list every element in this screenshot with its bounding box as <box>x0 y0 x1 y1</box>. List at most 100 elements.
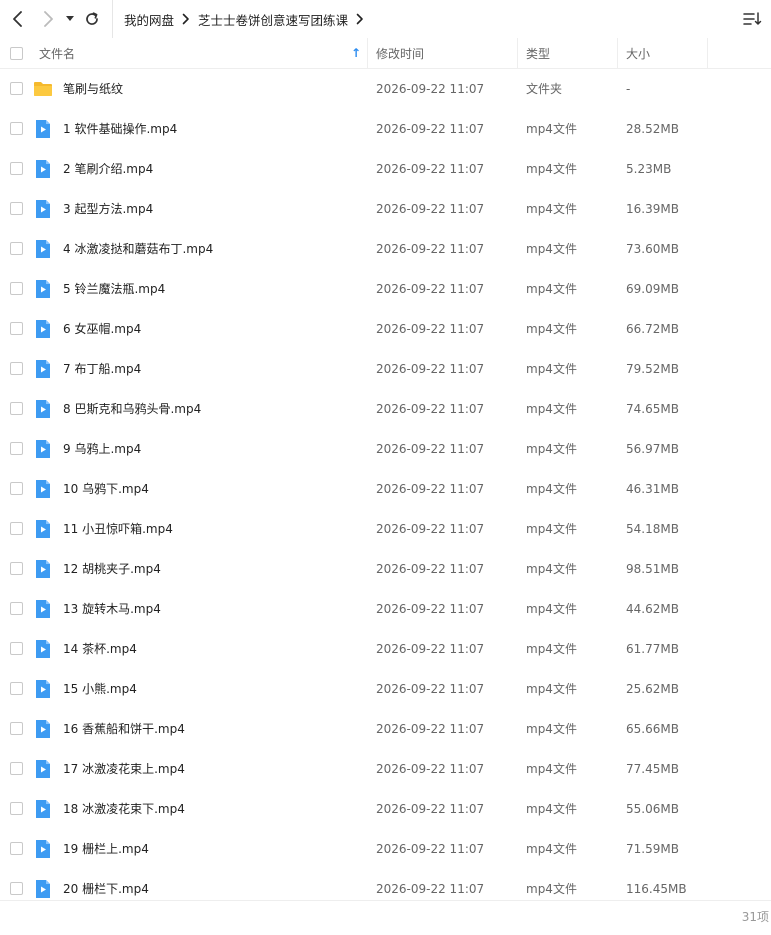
file-mtime: 2026-09-22 11:07 <box>376 762 485 776</box>
file-name[interactable]: 6 女巫帽.mp4 <box>63 309 141 349</box>
row-checkbox[interactable] <box>10 562 23 575</box>
file-name[interactable]: 笔刷与纸纹 <box>63 69 123 109</box>
row-checkbox[interactable] <box>10 282 23 295</box>
file-name[interactable]: 10 乌鸦下.mp4 <box>63 469 149 509</box>
video-file-icon <box>36 440 50 458</box>
row-checkbox[interactable] <box>10 442 23 455</box>
row-checkbox[interactable] <box>10 682 23 695</box>
file-name[interactable]: 16 香蕉船和饼干.mp4 <box>63 709 185 749</box>
file-mtime: 2026-09-22 11:07 <box>376 362 485 376</box>
table-row[interactable]: 15 小熊.mp4 2026-09-22 11:07 mp4文件 25.62MB <box>0 669 771 709</box>
table-row[interactable]: 10 乌鸦下.mp4 2026-09-22 11:07 mp4文件 46.31M… <box>0 469 771 509</box>
row-checkbox[interactable] <box>10 762 23 775</box>
table-row[interactable]: 4 冰激凌挞和蘑菇布丁.mp4 2026-09-22 11:07 mp4文件 7… <box>0 229 771 269</box>
row-checkbox[interactable] <box>10 202 23 215</box>
file-size: - <box>626 82 631 96</box>
table-row[interactable]: 19 栅栏上.mp4 2026-09-22 11:07 mp4文件 71.59M… <box>0 829 771 869</box>
table-row[interactable]: 9 乌鸦上.mp4 2026-09-22 11:07 mp4文件 56.97MB <box>0 429 771 469</box>
video-file-icon <box>36 360 50 378</box>
chevron-right-icon <box>356 13 364 25</box>
table-row[interactable]: 17 冰激凌花束上.mp4 2026-09-22 11:07 mp4文件 77.… <box>0 749 771 789</box>
breadcrumb-item-root[interactable]: 我的网盘 <box>124 10 174 29</box>
file-name[interactable]: 9 乌鸦上.mp4 <box>63 429 141 469</box>
table-row[interactable]: 18 冰激凌花束下.mp4 2026-09-22 11:07 mp4文件 55.… <box>0 789 771 829</box>
select-all-checkbox[interactable] <box>10 47 23 60</box>
file-mtime: 2026-09-22 11:07 <box>376 442 485 456</box>
table-row[interactable]: 11 小丑惊吓箱.mp4 2026-09-22 11:07 mp4文件 54.1… <box>0 509 771 549</box>
file-type: mp4文件 <box>526 442 577 456</box>
table-row[interactable]: 6 女巫帽.mp4 2026-09-22 11:07 mp4文件 66.72MB <box>0 309 771 349</box>
file-name[interactable]: 15 小熊.mp4 <box>63 669 137 709</box>
file-name[interactable]: 4 冰激凌挞和蘑菇布丁.mp4 <box>63 229 213 269</box>
table-row[interactable]: 1 软件基础操作.mp4 2026-09-22 11:07 mp4文件 28.5… <box>0 109 771 149</box>
table-row[interactable]: 14 茶杯.mp4 2026-09-22 11:07 mp4文件 61.77MB <box>0 629 771 669</box>
row-checkbox[interactable] <box>10 362 23 375</box>
chevron-right-icon <box>44 11 53 27</box>
file-name[interactable]: 2 笔刷介绍.mp4 <box>63 149 153 189</box>
table-row[interactable]: 2 笔刷介绍.mp4 2026-09-22 11:07 mp4文件 5.23MB <box>0 149 771 189</box>
row-checkbox[interactable] <box>10 602 23 615</box>
file-name[interactable]: 8 巴斯克和乌鸦头骨.mp4 <box>63 389 201 429</box>
file-name[interactable]: 12 胡桃夹子.mp4 <box>63 549 161 589</box>
column-header-size[interactable]: 大小 <box>618 38 708 68</box>
video-file-icon <box>36 400 50 418</box>
row-checkbox[interactable] <box>10 482 23 495</box>
row-checkbox[interactable] <box>10 642 23 655</box>
file-size: 25.62MB <box>626 682 679 696</box>
file-mtime: 2026-09-22 11:07 <box>376 322 485 336</box>
file-name[interactable]: 18 冰激凌花束下.mp4 <box>63 789 185 829</box>
table-row[interactable]: 12 胡桃夹子.mp4 2026-09-22 11:07 mp4文件 98.51… <box>0 549 771 589</box>
file-type: mp4文件 <box>526 122 577 136</box>
file-name[interactable]: 19 栅栏上.mp4 <box>63 829 149 869</box>
column-header-type-label: 类型 <box>526 46 551 61</box>
video-file-icon <box>36 160 50 178</box>
file-mtime: 2026-09-22 11:07 <box>376 722 485 736</box>
table-row[interactable]: 3 起型方法.mp4 2026-09-22 11:07 mp4文件 16.39M… <box>0 189 771 229</box>
row-checkbox[interactable] <box>10 402 23 415</box>
back-button[interactable] <box>8 9 28 29</box>
forward-button[interactable] <box>38 9 58 29</box>
file-name[interactable]: 7 布丁船.mp4 <box>63 349 141 389</box>
table-row[interactable]: 7 布丁船.mp4 2026-09-22 11:07 mp4文件 79.52MB <box>0 349 771 389</box>
row-checkbox[interactable] <box>10 322 23 335</box>
file-mtime: 2026-09-22 11:07 <box>376 82 485 96</box>
file-name[interactable]: 11 小丑惊吓箱.mp4 <box>63 509 173 549</box>
row-checkbox[interactable] <box>10 122 23 135</box>
file-type: mp4文件 <box>526 282 577 296</box>
file-type: mp4文件 <box>526 402 577 416</box>
column-header-mtime[interactable]: 修改时间 <box>368 38 518 68</box>
row-checkbox[interactable] <box>10 842 23 855</box>
file-name[interactable]: 13 旋转木马.mp4 <box>63 589 161 629</box>
row-checkbox[interactable] <box>10 242 23 255</box>
video-file-icon <box>36 560 50 578</box>
row-checkbox[interactable] <box>10 722 23 735</box>
row-checkbox[interactable] <box>10 522 23 535</box>
table-row-folder[interactable]: 笔刷与纸纹 2026-09-22 11:07 文件夹 - <box>0 69 771 109</box>
row-checkbox[interactable] <box>10 162 23 175</box>
breadcrumb-item-current[interactable]: 芝士士卷饼创意速写团练课 <box>198 10 348 29</box>
history-dropdown-button[interactable] <box>62 9 78 29</box>
refresh-button[interactable] <box>82 9 102 29</box>
table-row[interactable]: 8 巴斯克和乌鸦头骨.mp4 2026-09-22 11:07 mp4文件 74… <box>0 389 771 429</box>
row-checkbox[interactable] <box>10 82 23 95</box>
column-header-type[interactable]: 类型 <box>518 38 618 68</box>
file-mtime: 2026-09-22 11:07 <box>376 402 485 416</box>
video-file-icon <box>36 840 50 858</box>
file-name[interactable]: 14 茶杯.mp4 <box>63 629 137 669</box>
video-file-icon <box>36 520 50 538</box>
row-checkbox[interactable] <box>10 802 23 815</box>
table-row[interactable]: 5 铃兰魔法瓶.mp4 2026-09-22 11:07 mp4文件 69.09… <box>0 269 771 309</box>
file-name[interactable]: 1 软件基础操作.mp4 <box>63 109 177 149</box>
file-name[interactable]: 17 冰激凌花束上.mp4 <box>63 749 185 789</box>
row-checkbox[interactable] <box>10 882 23 895</box>
column-header-name[interactable]: 文件名 ↑ <box>30 38 368 68</box>
sort-button[interactable] <box>743 10 763 28</box>
file-size: 71.59MB <box>626 842 679 856</box>
table-row[interactable]: 16 香蕉船和饼干.mp4 2026-09-22 11:07 mp4文件 65.… <box>0 709 771 749</box>
file-name[interactable]: 3 起型方法.mp4 <box>63 189 153 229</box>
file-size: 56.97MB <box>626 442 679 456</box>
video-file-icon <box>36 280 50 298</box>
caret-down-icon <box>66 16 74 21</box>
file-name[interactable]: 5 铃兰魔法瓶.mp4 <box>63 269 165 309</box>
table-row[interactable]: 13 旋转木马.mp4 2026-09-22 11:07 mp4文件 44.62… <box>0 589 771 629</box>
